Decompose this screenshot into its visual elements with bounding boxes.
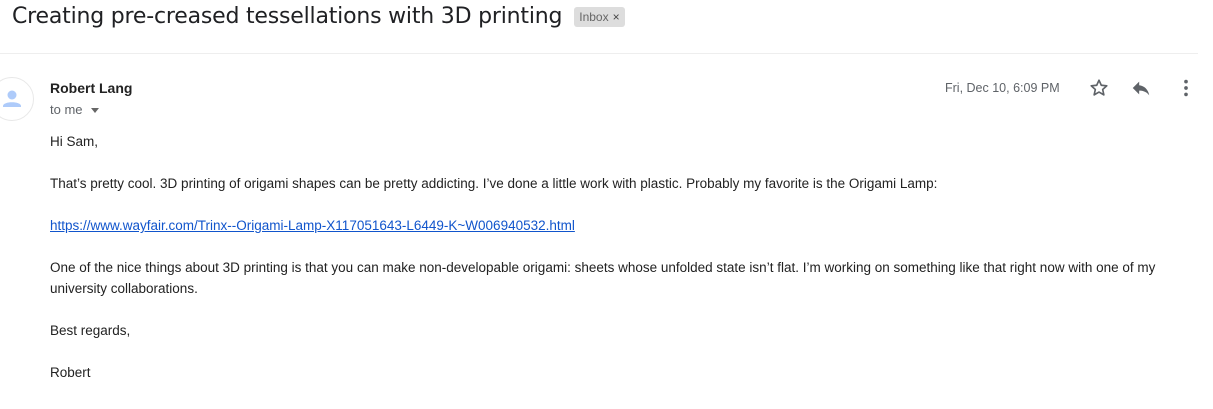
caret-down-icon[interactable] <box>90 108 99 113</box>
label-text: Inbox <box>579 10 609 24</box>
email-subject: Creating pre-creased tessellations with … <box>12 3 563 29</box>
star-icon <box>1090 79 1108 96</box>
sender-avatar[interactable] <box>0 77 34 121</box>
greeting: Hi Sam, <box>50 134 99 149</box>
recipient-text: to me <box>50 102 83 117</box>
more-vert-icon <box>1184 79 1188 97</box>
inbox-label-chip[interactable]: Inbox × <box>574 7 625 27</box>
signature: Robert <box>50 365 91 380</box>
reply-icon <box>1132 81 1150 96</box>
person-icon <box>3 90 21 107</box>
header-divider <box>0 53 1198 54</box>
email-date: Fri, Dec 10, 6:09 PM <box>945 81 1060 95</box>
closing: Best regards, <box>50 323 131 338</box>
sender-name[interactable]: Robert Lang <box>50 80 132 96</box>
email-body: Hi Sam, That’s pretty cool. 3D printing … <box>50 131 1200 404</box>
reply-button[interactable] <box>1129 76 1153 100</box>
star-button[interactable] <box>1087 76 1111 100</box>
origami-lamp-link[interactable]: https://www.wayfair.com/Trinx--Origami-L… <box>50 218 575 233</box>
more-options-button[interactable] <box>1174 76 1198 100</box>
subject-row: Creating pre-creased tessellations with … <box>12 0 625 32</box>
remove-label-icon[interactable]: × <box>613 10 620 24</box>
body-paragraph-2: One of the nice things about 3D printing… <box>50 260 1156 296</box>
recipient-details[interactable]: to me <box>50 102 99 117</box>
body-paragraph-1: That’s pretty cool. 3D printing of origa… <box>50 176 938 191</box>
